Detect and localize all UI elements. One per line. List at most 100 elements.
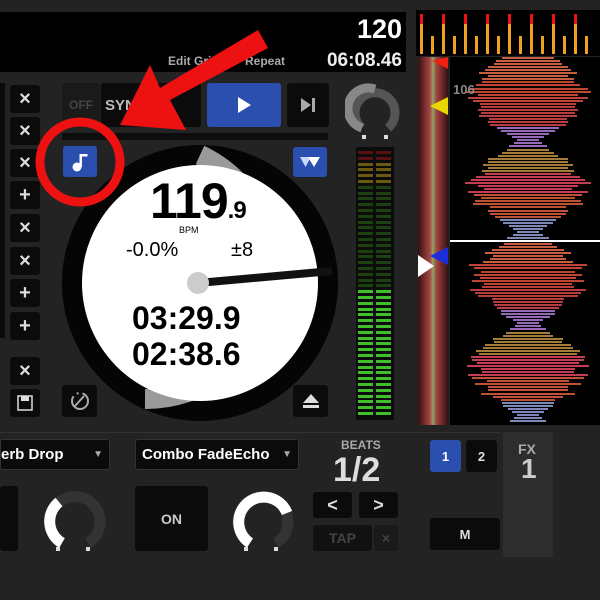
meter-segment xyxy=(358,255,373,258)
waveform-slice xyxy=(481,393,574,395)
gain-knob[interactable] xyxy=(345,82,405,142)
waveform-slice xyxy=(503,405,552,407)
fx2-effect-dropdown[interactable]: Combo FadeEcho ▼ xyxy=(135,439,299,470)
waveform-slice xyxy=(479,115,577,117)
tap-clear-button[interactable]: × xyxy=(374,525,398,551)
waveform-slice xyxy=(471,179,585,181)
waveform-slice xyxy=(482,78,575,80)
fx-master-button[interactable]: M xyxy=(430,518,500,550)
meter-segment xyxy=(376,290,391,293)
waveform-slice xyxy=(476,176,581,178)
waveform-slice xyxy=(475,292,582,294)
waveform-slice xyxy=(472,280,583,282)
meter-segment xyxy=(358,296,373,299)
meter-segment xyxy=(376,325,391,328)
meter-segment xyxy=(358,180,373,183)
meter-segment xyxy=(358,209,373,212)
eject-icon xyxy=(302,393,320,409)
cue-marker-yellow xyxy=(430,97,448,115)
overview-markers xyxy=(418,57,450,427)
beat-marker xyxy=(497,36,500,54)
cue-marker-blue xyxy=(430,247,448,265)
meter-segment xyxy=(376,360,391,363)
waveform-slice xyxy=(479,72,576,74)
waveform-slice xyxy=(481,197,575,199)
waveform-slice xyxy=(468,88,589,90)
waveform-slice xyxy=(501,130,556,132)
meter-segment xyxy=(376,308,391,311)
waveform-slice xyxy=(513,319,543,321)
fx1-effect-dropdown[interactable]: erb Drop ▼ xyxy=(0,439,110,470)
fx1-knob[interactable] xyxy=(40,485,110,555)
waveform-slice xyxy=(470,289,586,291)
beat-marker xyxy=(552,14,555,54)
meter-segment xyxy=(376,377,391,380)
waveform-slice xyxy=(503,335,553,337)
meter-segment xyxy=(376,400,391,403)
meter-segment xyxy=(376,383,391,386)
fx1-on-button[interactable] xyxy=(0,486,18,551)
waveform-slice xyxy=(514,417,542,419)
meter-segment xyxy=(376,342,391,345)
meter-segment xyxy=(376,168,391,171)
waveform-slice xyxy=(517,414,538,416)
meter-segment xyxy=(358,400,373,403)
waveform-slice xyxy=(506,332,550,334)
fx-deck-1-button[interactable]: 1 xyxy=(430,440,461,472)
waveform-slice xyxy=(493,338,562,340)
waveform-slice xyxy=(510,328,545,330)
divider xyxy=(0,432,500,433)
waveform-slice xyxy=(490,206,567,208)
platter-center xyxy=(187,272,209,294)
beats-decrease-button[interactable]: < xyxy=(313,492,352,518)
meter-segment xyxy=(358,290,373,293)
waveform-slice xyxy=(502,57,554,59)
waveform-slice xyxy=(492,298,564,300)
chevron-down-icon: ▼ xyxy=(93,449,103,460)
waveform-slice xyxy=(497,307,559,309)
waveform-slice xyxy=(513,228,544,230)
meter-segment xyxy=(358,313,373,316)
waveform-slice xyxy=(488,210,568,212)
meter-segment xyxy=(358,267,373,270)
waveform-slice xyxy=(503,222,552,224)
meter-segment xyxy=(358,395,373,398)
fx2-on-button[interactable]: ON xyxy=(135,486,208,551)
meter-segment xyxy=(376,250,391,253)
meter-segment xyxy=(376,151,391,154)
reverse-button[interactable] xyxy=(62,385,97,417)
waveform-slice xyxy=(468,374,587,376)
meter-segment xyxy=(376,197,391,200)
meter-segment xyxy=(358,203,373,206)
waveform-slice xyxy=(489,118,568,120)
waveform-slice xyxy=(517,231,538,233)
fx-deck-2-button[interactable]: 2 xyxy=(466,440,497,472)
meter-segment xyxy=(358,157,373,160)
beats-increase-button[interactable]: > xyxy=(359,492,398,518)
waveform-slice xyxy=(488,158,568,160)
beat-marker xyxy=(585,36,588,54)
waveform-slice xyxy=(493,396,563,398)
meter-segment xyxy=(376,192,391,195)
eject-button[interactable] xyxy=(293,385,328,417)
waveform-slice xyxy=(488,75,568,77)
waveform-playhead xyxy=(450,240,600,242)
meter-segment xyxy=(358,354,373,357)
level-meter xyxy=(356,147,394,420)
meter-segment xyxy=(358,273,373,276)
waveform-slice xyxy=(475,383,582,385)
meter-segment xyxy=(376,371,391,374)
waveform-slice xyxy=(479,353,576,355)
meter-segment xyxy=(376,389,391,392)
meter-segment xyxy=(358,221,373,224)
waveform-slice xyxy=(509,145,548,147)
waveform-slice xyxy=(513,234,543,236)
beat-marker xyxy=(431,36,434,54)
tap-button[interactable]: TAP xyxy=(313,525,372,551)
waveform-slice xyxy=(468,97,589,99)
main-waveform[interactable] xyxy=(450,57,600,425)
waveform-slice xyxy=(490,124,566,126)
waveform-slice xyxy=(508,408,549,410)
fx2-knob[interactable] xyxy=(228,485,298,555)
waveform-slice xyxy=(501,399,555,401)
